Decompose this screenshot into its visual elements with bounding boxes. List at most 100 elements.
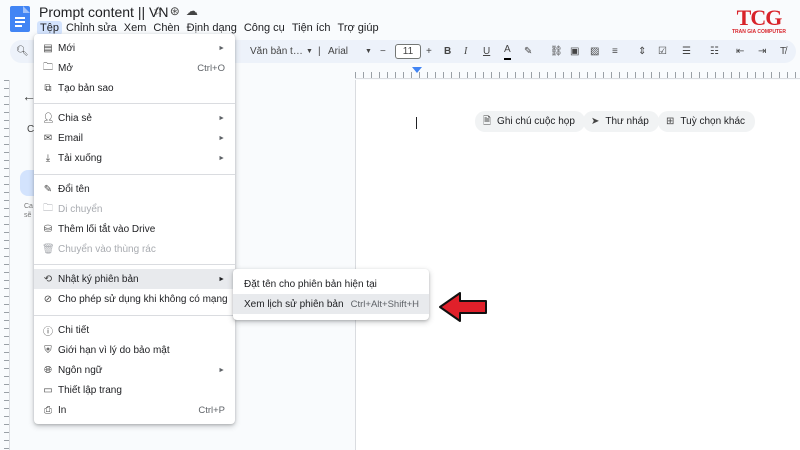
shield-icon: ⛨ — [44, 344, 52, 356]
drive-shortcut-icon: ⛁ — [43, 223, 53, 235]
outline-note: Ca sẽ — [24, 202, 33, 220]
tcg-logo: TCG TRAN GIA COMPUTER — [728, 7, 790, 36]
font-dropdown-icon[interactable]: ▼ — [365, 43, 372, 60]
star-icon[interactable]: ☆ — [153, 4, 164, 18]
font-select[interactable]: Arial — [328, 43, 348, 60]
menu-item-see-version-history[interactable]: Xem lịch sử phiên bản Ctrl+Alt+Shift+H — [233, 294, 429, 314]
outline-note-line1: Ca — [24, 203, 33, 210]
document-page[interactable] — [355, 80, 800, 450]
chip-meeting-notes[interactable]: 🗎︎ Ghi chú cuộc họp — [475, 111, 585, 132]
menu-item-page-setup[interactable]: ▭ Thiết lập trang — [34, 380, 235, 400]
offline-icon: ⊘ — [43, 293, 53, 305]
menu-item-language[interactable]: 🌐︎ Ngôn ngữ ► — [34, 360, 235, 380]
submenu-arrow-icon: ► — [218, 114, 225, 122]
file-menu: ▤ Mới ► 🗀 Mở Ctrl+O ⧉ Tạo bản sao 👤︎ Chi… — [34, 34, 235, 424]
download-icon: ⤓ — [45, 152, 51, 164]
horizontal-ruler[interactable] — [355, 65, 800, 79]
menu-item-offline[interactable]: ⊘ Cho phép sử dụng khi không có mạng — [34, 289, 235, 309]
align-icon[interactable]: ≡ — [612, 43, 618, 60]
link-icon[interactable]: ⛓ — [550, 43, 563, 60]
document-title[interactable]: Prompt content || VN — [39, 4, 168, 20]
mail-icon: ✉ — [43, 132, 53, 144]
underline-icon[interactable]: U — [483, 43, 490, 60]
menu-item-label: Giới hạn vì lý do bảo mật — [58, 344, 170, 356]
menu-item-label: Thêm lối tắt vào Drive — [58, 223, 156, 235]
chip-email-draft[interactable]: ➤ Thư nháp — [583, 111, 659, 132]
menu-item-new[interactable]: ▤ Mới ► — [34, 38, 235, 58]
submenu-arrow-icon: ► — [218, 275, 225, 283]
toolbar-divider: | — [318, 46, 321, 57]
menu-bar: Tệp Chỉnh sửa Xem Chèn Định dạng Công cụ… — [37, 21, 383, 35]
document-icon: 🗎︎ — [483, 116, 492, 127]
menu-item-open[interactable]: 🗀 Mở Ctrl+O — [34, 58, 235, 78]
menu-tools[interactable]: Công cụ — [241, 21, 288, 35]
menu-extensions[interactable]: Tiện ích — [289, 21, 334, 35]
menu-file[interactable]: Tệp — [37, 21, 62, 35]
page-setup-icon: ▭ — [43, 384, 53, 396]
clear-format-icon[interactable]: T̸ — [780, 43, 786, 60]
style-select[interactable]: Văn bản t… — [250, 43, 303, 60]
move-folder-icon[interactable]: ⊛ — [170, 4, 180, 18]
history-icon: ⟲ — [43, 273, 53, 285]
copy-icon: ⧉ — [44, 82, 52, 94]
cloud-icon[interactable]: ☁ — [186, 4, 198, 18]
indent-decrease-icon[interactable]: ⇤ — [736, 43, 744, 60]
chip-more-options[interactable]: ⊞ Tuỳ chọn khác — [658, 111, 756, 132]
outline-note-line2: sẽ — [24, 212, 32, 219]
printer-icon: ⎙ — [44, 404, 52, 416]
logo-subtitle: TRAN GIA COMPUTER — [732, 29, 786, 35]
shortcut-label: Ctrl+O — [197, 62, 225, 74]
menu-item-label: Ngôn ngữ — [58, 364, 103, 376]
menu-item-details[interactable]: ⓘ Chi tiết — [34, 320, 235, 340]
comment-icon[interactable]: ▣ — [570, 43, 579, 60]
menu-item-security[interactable]: ⛨ Giới hạn vì lý do bảo mật — [34, 340, 235, 360]
search-menus-icon[interactable]: 🔍︎ — [16, 43, 29, 60]
numbered-list-icon[interactable]: ☷ — [710, 43, 719, 60]
menu-item-move: 🗀 Di chuyển — [34, 199, 235, 219]
version-history-submenu: Đặt tên cho phiên bản hiện tại Xem lịch … — [233, 269, 429, 320]
indent-marker-icon[interactable] — [412, 67, 422, 73]
submenu-arrow-icon: ► — [218, 154, 225, 162]
menu-item-trash: 🗑︎ Chuyển vào thùng rác — [34, 239, 235, 259]
text-color-icon[interactable]: A — [504, 43, 511, 60]
menu-edit[interactable]: Chỉnh sửa — [63, 21, 120, 35]
menu-item-print[interactable]: ⎙ In Ctrl+P — [34, 400, 235, 420]
menu-item-name-version[interactable]: Đặt tên cho phiên bản hiện tại — [233, 274, 429, 294]
menu-divider — [34, 264, 235, 265]
increase-font-icon[interactable]: + — [426, 43, 432, 60]
font-size-input[interactable]: 11 — [395, 44, 421, 59]
vertical-ruler[interactable] — [0, 80, 10, 450]
submenu-arrow-icon: ► — [218, 134, 225, 142]
menu-item-download[interactable]: ⤓ Tải xuống ► — [34, 148, 235, 168]
menu-format[interactable]: Định dạng — [184, 21, 240, 35]
menu-item-label: Mới — [58, 42, 76, 54]
menu-divider — [34, 174, 235, 175]
decrease-font-icon[interactable]: − — [380, 43, 386, 60]
red-arrow-icon — [439, 292, 487, 322]
chip-label: Thư nháp — [605, 116, 649, 127]
indent-increase-icon[interactable]: ⇥ — [758, 43, 766, 60]
italic-icon[interactable]: I — [464, 43, 467, 60]
menu-item-add-shortcut[interactable]: ⛁ Thêm lối tắt vào Drive — [34, 219, 235, 239]
bulleted-list-icon[interactable]: ☰ — [682, 43, 691, 60]
highlight-icon[interactable]: ✎ — [524, 43, 532, 60]
menu-insert[interactable]: Chèn — [150, 21, 182, 35]
menu-view[interactable]: Xem — [121, 21, 150, 35]
menu-help[interactable]: Trợ giúp — [335, 21, 382, 35]
menu-item-email[interactable]: ✉ Email ► — [34, 128, 235, 148]
checklist-icon[interactable]: ☑ — [658, 43, 667, 60]
line-spacing-icon[interactable]: ⇕ — [638, 43, 646, 60]
bold-icon[interactable]: B — [444, 43, 451, 60]
menu-item-label: Chi tiết — [58, 324, 90, 336]
menu-item-share[interactable]: 👤︎ Chia sẻ ► — [34, 108, 235, 128]
style-dropdown-icon[interactable]: ▼ — [306, 43, 313, 60]
menu-item-rename[interactable]: ✎ Đổi tên — [34, 179, 235, 199]
docs-logo-icon[interactable] — [10, 6, 30, 32]
menu-item-label: Di chuyển — [58, 203, 103, 215]
menu-item-make-copy[interactable]: ⧉ Tạo bản sao — [34, 78, 235, 98]
vertical-ruler-ticks — [4, 80, 9, 450]
image-icon[interactable]: ▨ — [590, 43, 599, 60]
person-add-icon: 👤︎ — [42, 112, 55, 124]
menu-item-version-history[interactable]: ⟲ Nhật ký phiên bản ► — [34, 269, 235, 289]
globe-icon: 🌐︎ — [44, 364, 52, 376]
